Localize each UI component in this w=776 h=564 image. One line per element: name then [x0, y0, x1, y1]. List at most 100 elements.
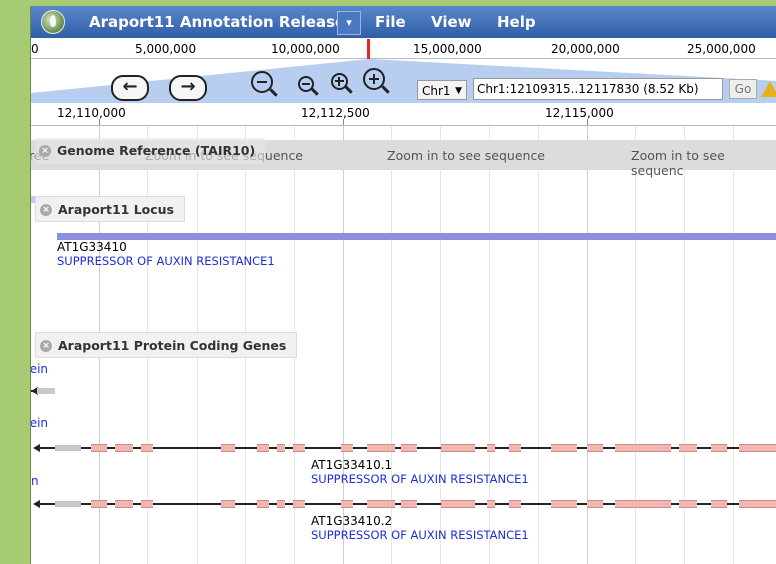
close-track-icon[interactable]: × — [40, 204, 52, 216]
exon — [367, 444, 395, 452]
menu-view[interactable]: View — [431, 13, 472, 31]
exon — [739, 444, 776, 452]
transcript-name: AT1G33410.2 — [311, 514, 393, 528]
locus-feature-description: SUPPRESSOR OF AUXIN RESISTANCE1 — [57, 254, 275, 268]
warning-icon[interactable] — [761, 81, 776, 97]
exon — [91, 444, 107, 452]
ruler-tick-label: 12,115,000 — [545, 106, 614, 120]
exon — [587, 500, 603, 508]
go-button[interactable]: Go — [729, 79, 757, 99]
track-area[interactable]: ree Zoom in to see sequence Zoom in to s… — [31, 126, 776, 564]
exon — [141, 500, 153, 508]
overview-tick-label: 0 — [31, 42, 39, 56]
grid-line — [343, 126, 344, 564]
zoom-out-large-button[interactable] — [251, 71, 273, 93]
exon — [221, 500, 235, 508]
detail-ruler[interactable]: 12,110,000 12,112,500 12,115,000 — [31, 103, 776, 126]
transcript-name: AT1G33410.1 — [311, 458, 393, 472]
plus-icon-v — [338, 77, 340, 86]
track-title: Genome Reference (TAIR10) — [57, 143, 256, 158]
exon — [257, 500, 269, 508]
exon — [91, 500, 107, 508]
exon — [615, 500, 671, 508]
close-track-icon[interactable]: × — [39, 145, 51, 157]
zoom-out-small-button[interactable] — [298, 76, 314, 92]
grid-line — [440, 126, 441, 564]
track-title: Araport11 Protein Coding Genes — [58, 338, 287, 353]
pan-left-button[interactable]: ← — [111, 75, 149, 101]
offscreen-feature-label: tein — [31, 362, 49, 376]
exon — [587, 444, 603, 452]
sequence-zoom-message: Zoom in to see sequence — [387, 148, 546, 163]
ruler-tick-label: 12,110,000 — [57, 106, 126, 120]
exon — [551, 444, 577, 452]
overview-tick-label: 5,000,000 — [135, 42, 197, 56]
grid-line — [538, 126, 539, 564]
exon — [341, 500, 353, 508]
locus-feature-name: AT1G33410 — [57, 240, 127, 254]
exon — [293, 444, 305, 452]
exon — [257, 444, 269, 452]
track-label-genome-reference[interactable]: × Genome Reference (TAIR10) — [35, 138, 266, 164]
track-label-locus[interactable]: × Araport11 Locus — [35, 196, 185, 222]
exon — [615, 444, 671, 452]
dataset-dropdown-button[interactable]: ▾ — [337, 11, 361, 35]
exon — [441, 500, 475, 508]
araport-logo-icon — [41, 10, 65, 34]
plus-icon-v — [373, 74, 375, 84]
exon — [401, 500, 417, 508]
navigation-bar: ← → Chr1 ▼ Go — [31, 59, 776, 103]
zoom-in-large-button[interactable] — [363, 68, 385, 90]
offscreen-utr — [37, 388, 55, 394]
pan-right-button[interactable]: → — [169, 75, 207, 101]
close-track-icon[interactable]: × — [40, 340, 52, 352]
exon — [441, 444, 475, 452]
utr-segment — [55, 445, 81, 451]
exon — [401, 444, 417, 452]
overview-ruler[interactable]: 0 5,000,000 10,000,000 15,000,000 20,000… — [31, 38, 776, 59]
menubar: Araport11 Annotation Release ▾ File View… — [31, 6, 776, 38]
chevron-down-icon: ▼ — [455, 86, 462, 96]
exon — [711, 500, 727, 508]
track-label-protein-coding-genes[interactable]: × Araport11 Protein Coding Genes — [35, 332, 298, 358]
grid-line — [587, 126, 588, 564]
ruler-tick — [343, 119, 344, 125]
menu-file[interactable]: File — [375, 13, 406, 31]
exon — [341, 444, 353, 452]
overview-tick-label: 25,000,000 — [687, 42, 756, 56]
track-title: Araport11 Locus — [58, 202, 174, 217]
chromosome-value: Chr1 — [422, 84, 451, 98]
exon — [739, 500, 776, 508]
offscreen-feature-label: tein — [31, 416, 49, 430]
zoom-in-small-button[interactable] — [331, 73, 348, 90]
exon — [293, 500, 305, 508]
grid-line — [489, 126, 490, 564]
exon — [221, 444, 235, 452]
exon — [679, 444, 697, 452]
grid-line — [733, 126, 734, 564]
overview-tick-label: 10,000,000 — [271, 42, 340, 56]
sequence-zoom-message: Zoom in to see sequenc — [631, 148, 725, 178]
locus-feature-bar[interactable] — [57, 233, 776, 240]
exon — [367, 500, 395, 508]
ruler-tick — [587, 119, 588, 125]
overview-tick-label: 20,000,000 — [551, 42, 620, 56]
exon — [551, 500, 577, 508]
exon — [487, 500, 495, 508]
arrow-left-icon — [33, 500, 40, 508]
exon — [509, 500, 521, 508]
menu-help[interactable]: Help — [497, 13, 536, 31]
ruler-tick-label: 12,112,500 — [301, 106, 370, 120]
minus-icon — [302, 83, 310, 85]
grid-line — [635, 126, 636, 564]
exon — [711, 444, 727, 452]
exon — [115, 500, 133, 508]
exon — [487, 444, 495, 452]
ruler-tick — [99, 119, 100, 125]
exon — [679, 500, 697, 508]
dataset-title[interactable]: Araport11 Annotation Release — [89, 13, 345, 31]
exon — [509, 444, 521, 452]
chromosome-select[interactable]: Chr1 ▼ — [417, 80, 467, 100]
exon — [115, 444, 133, 452]
location-input[interactable] — [473, 78, 723, 100]
